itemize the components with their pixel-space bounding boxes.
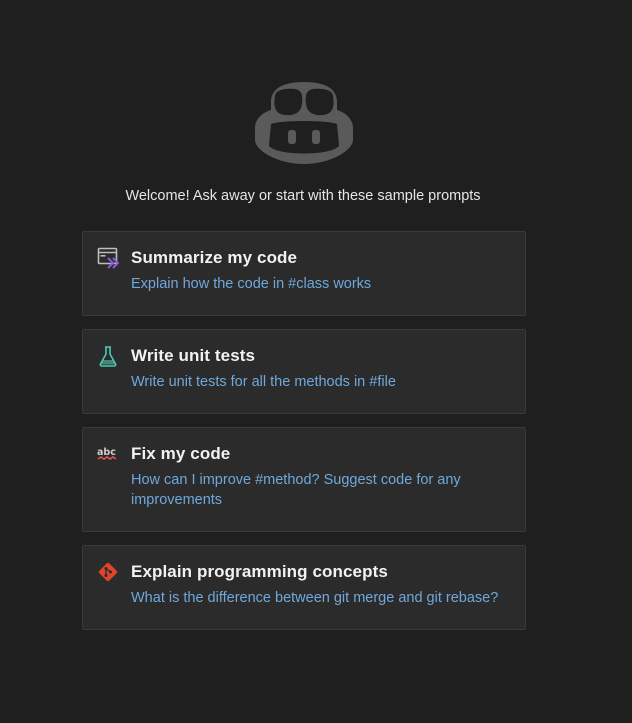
prompt-description: How can I improve #method? Suggest code … (131, 472, 461, 508)
chat-welcome-page: Welcome! Ask away or start with these sa… (0, 0, 632, 723)
prompt-card-summarize[interactable]: Summarize my code Explain how the code i… (82, 231, 526, 316)
prompt-card-unit-tests[interactable]: Write unit tests Write unit tests for al… (82, 329, 526, 414)
prompt-description: Explain how the code in #class works (131, 276, 372, 292)
welcome-message: Welcome! Ask away or start with these sa… (125, 188, 481, 204)
flask-icon (99, 346, 117, 367)
copilot-logo-icon (255, 82, 353, 164)
prompt-card-fix-code[interactable]: abc Fix my code How can I improve #metho… (82, 427, 526, 532)
prompt-description: What is the difference between git merge… (131, 590, 499, 606)
prompt-title: Fix my code (131, 444, 231, 463)
prompt-description: Write unit tests for all the methods in … (131, 374, 396, 390)
prompt-title: Explain programming concepts (131, 562, 388, 581)
prompt-title: Write unit tests (131, 346, 256, 365)
sample-prompts-list: Summarize my code Explain how the code i… (82, 231, 526, 643)
git-icon (98, 562, 118, 582)
prompt-title: Summarize my code (131, 248, 298, 267)
code-file-icon (97, 247, 119, 269)
prompt-card-explain-concepts[interactable]: Explain programming concepts What is the… (82, 545, 526, 630)
spellcheck-icon: abc (97, 447, 117, 460)
